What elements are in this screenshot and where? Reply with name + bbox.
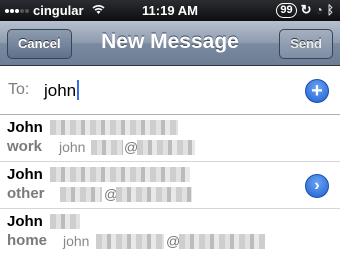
contact-name: John — [7, 119, 43, 136]
redacted-text — [96, 234, 164, 249]
alarm-icon: ◔ — [315, 3, 323, 17]
contact-type-label: other — [7, 185, 45, 202]
redacted-text — [137, 140, 195, 155]
send-button[interactable]: Send — [279, 29, 333, 59]
redacted-text — [91, 140, 123, 155]
contact-name: John — [7, 166, 43, 183]
rotation-lock-icon: ↻ — [300, 2, 312, 17]
status-bar: cingular 11:19 AM 99 ↻ ◔ ᛒ — [0, 0, 340, 21]
bluetooth-icon: ᛒ — [326, 3, 334, 17]
add-contact-icon[interactable]: + — [305, 79, 329, 103]
redacted-text — [50, 120, 178, 135]
suggestion-row[interactable]: John home john @ — [0, 209, 340, 255]
to-input-text: john — [44, 81, 77, 100]
chevron-right-icon[interactable]: › — [305, 174, 329, 198]
suggestion-row[interactable]: John work john @ — [0, 115, 340, 162]
redacted-text — [179, 234, 265, 249]
battery-percent-badge: 99 — [276, 2, 297, 18]
contact-detail: john — [59, 139, 86, 155]
redacted-text — [50, 167, 190, 182]
to-label: To: — [8, 81, 30, 98]
contact-type-label: work — [7, 138, 43, 155]
text-cursor — [77, 80, 80, 100]
contact-name: John — [7, 213, 43, 230]
redacted-text — [116, 187, 192, 202]
to-input[interactable]: john — [44, 80, 80, 101]
contact-type-label: home — [7, 232, 48, 249]
contact-detail: john — [63, 233, 90, 249]
redacted-text — [60, 187, 102, 202]
status-right: 99 ↻ ◔ ᛒ — [276, 2, 334, 18]
navigation-bar: Cancel New Message Send — [0, 21, 340, 66]
redacted-text — [50, 214, 80, 229]
suggestion-row[interactable]: John other @ › — [0, 162, 340, 209]
contact-suggestions: John work john @ John other @ › John hom… — [0, 115, 340, 255]
recipient-field[interactable]: To: john + — [0, 66, 340, 115]
